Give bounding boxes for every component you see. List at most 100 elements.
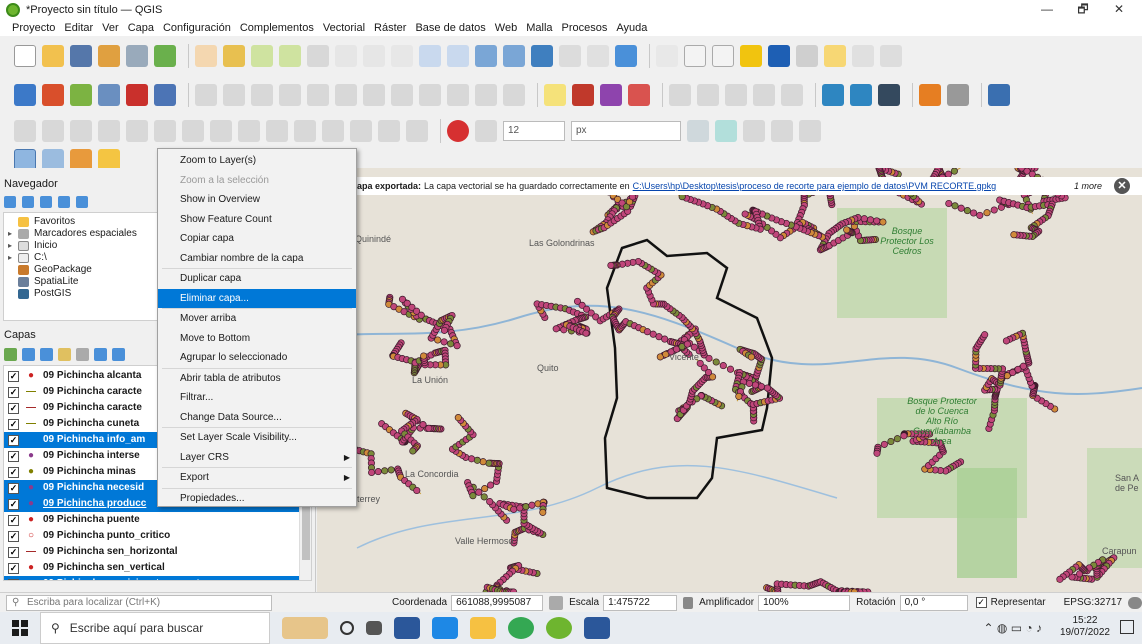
windows-start-button[interactable] [0, 612, 40, 644]
zoom-last-icon[interactable] [419, 45, 441, 67]
reverse-line-icon[interactable] [238, 120, 260, 142]
message-bar-more[interactable]: 1 more [1074, 181, 1102, 191]
messages-icon[interactable] [1128, 596, 1142, 609]
python-console-icon[interactable] [919, 84, 941, 106]
menu-web[interactable]: Web [495, 22, 517, 34]
menu-ver[interactable]: Ver [102, 22, 119, 34]
delete-selected-icon[interactable] [363, 84, 385, 106]
close-button[interactable]: ✕ [1102, 0, 1136, 19]
add-postgis-icon[interactable] [98, 84, 120, 106]
osm-search-icon[interactable] [850, 84, 872, 106]
layer-visibility-checkbox[interactable]: ✓ [8, 498, 19, 510]
zoom-full-icon[interactable] [307, 45, 329, 67]
layer-visibility-checkbox[interactable]: ✓ [8, 386, 19, 398]
collapse-all-icon[interactable] [58, 196, 70, 208]
zoom-to-selection-icon[interactable] [335, 45, 357, 67]
add-delimited-text-icon[interactable] [70, 84, 92, 106]
scale-field[interactable]: 1:475722 [603, 594, 678, 611]
label-move-icon[interactable] [669, 84, 691, 106]
manage-map-themes-icon[interactable] [40, 347, 53, 361]
select-features-icon[interactable] [715, 120, 737, 142]
weather-widget-icon[interactable] [282, 617, 328, 639]
merge-attributes-icon[interactable] [350, 120, 372, 142]
context-menu-item[interactable]: Layer CRS ▶ [158, 448, 356, 468]
open-project-icon[interactable] [42, 45, 64, 67]
reshape-icon[interactable] [182, 120, 204, 142]
fill-ring-icon[interactable] [98, 120, 120, 142]
save-project-icon[interactable] [70, 45, 92, 67]
coordinate-field[interactable]: 661088,9995087 [451, 594, 544, 611]
pan-to-selection-icon[interactable] [223, 45, 245, 67]
context-menu-item[interactable]: Copiar capa [158, 229, 356, 249]
context-menu-item[interactable]: Change Data Source... [158, 408, 356, 428]
add-group-icon[interactable] [22, 347, 35, 361]
layer-row[interactable]: ✓ ● 09 Pichincha servicios_transporte [4, 576, 311, 580]
context-menu-item[interactable]: Filtrar... [158, 388, 356, 408]
layer-visibility-checkbox[interactable]: ✓ [8, 418, 19, 430]
map-canvas[interactable]: Quinindé Las Golondrinas La Unión La Con… [317, 168, 1142, 592]
task-view-icon[interactable] [366, 621, 382, 635]
context-menu-item[interactable]: Show Feature Count [158, 210, 356, 230]
context-menu-item[interactable]: Propiedades... [158, 489, 356, 509]
cut-features-icon[interactable] [391, 84, 413, 106]
layer-row[interactable]: ✓ ● 09 Pichincha puente [4, 512, 311, 528]
split-features-icon[interactable] [266, 120, 288, 142]
new-3d-view-icon[interactable] [503, 45, 525, 67]
taskbar-search-box[interactable]: ⚲ Escribe aquí para buscar [40, 612, 270, 644]
merge-features-icon[interactable] [322, 120, 344, 142]
field-calculator-icon[interactable] [712, 45, 734, 67]
layer-visibility-checkbox[interactable]: ✓ [8, 562, 19, 574]
menu-proyecto[interactable]: Proyecto [12, 22, 55, 34]
add-raster-layer-icon[interactable] [42, 84, 64, 106]
context-menu-item[interactable]: Zoom to Layer(s) [158, 151, 356, 171]
add-ring-icon[interactable] [42, 120, 64, 142]
layer-row[interactable]: ✓ — 09 Pichincha sen_horizontal [4, 544, 311, 560]
word-app-icon[interactable] [394, 617, 420, 639]
chrome-app-icon[interactable] [508, 617, 534, 639]
rotation-field[interactable]: 0,0 ° [899, 594, 968, 611]
collapse-all-layers-icon[interactable] [112, 347, 125, 361]
measure-line-icon[interactable] [796, 45, 818, 67]
layer-visibility-checkbox[interactable]: ✓ [8, 402, 19, 414]
refresh-browser-icon[interactable] [22, 196, 34, 208]
layer-row[interactable]: ✓ ● 09 Pichincha sen_vertical [4, 560, 311, 576]
layer-row[interactable]: ✓ ○ 09 Pichincha punto_critico [4, 528, 311, 544]
layer-visibility-checkbox[interactable]: ✓ [8, 482, 19, 494]
menu-procesos[interactable]: Procesos [562, 22, 608, 34]
quickmapservices-icon[interactable] [822, 84, 844, 106]
label-pin-icon[interactable] [572, 84, 594, 106]
vertex-editor-icon[interactable] [687, 120, 709, 142]
pan-icon[interactable] [195, 45, 217, 67]
diagram-tool-icon[interactable] [600, 84, 622, 106]
bookmark-icon[interactable] [531, 45, 553, 67]
locator-search-input[interactable]: ⚲ Escriba para localizar (Ctrl+K) [6, 594, 273, 611]
context-menu-item[interactable]: Show in Overview [158, 190, 356, 210]
temporal-controller-icon[interactable] [587, 45, 609, 67]
redo-icon[interactable] [503, 84, 525, 106]
undo-icon[interactable] [475, 84, 497, 106]
delete-ring-icon[interactable] [126, 120, 148, 142]
context-menu-item[interactable]: Move to Bottom [158, 329, 356, 349]
deselect-icon[interactable] [743, 120, 765, 142]
copy-features-icon[interactable] [419, 84, 441, 106]
qgis-app-icon[interactable] [546, 617, 572, 639]
zoom-next-icon[interactable] [447, 45, 469, 67]
expander[interactable]: ▸ [8, 240, 18, 252]
processing-toolbox-icon[interactable] [740, 45, 762, 67]
message-bar-file-link[interactable]: C:\Users\hp\Desktop\tesis\proceso de rec… [633, 181, 997, 191]
layer-visibility-checkbox[interactable]: ✓ [8, 514, 19, 526]
taskbar-clock[interactable]: 15:22 19/07/2022 [1060, 615, 1110, 639]
context-menu-item[interactable]: Set Layer Scale Visibility... [158, 428, 356, 448]
magnifier-field[interactable]: 100% [758, 594, 851, 611]
filter-by-expression-icon[interactable] [76, 347, 89, 361]
word-document-icon[interactable] [584, 617, 610, 639]
save-edits-icon[interactable] [251, 84, 273, 106]
split-parts-icon[interactable] [294, 120, 316, 142]
add-circular-string-icon[interactable] [14, 120, 36, 142]
resource-icon[interactable] [947, 84, 969, 106]
expand-all-icon[interactable] [94, 347, 107, 361]
layer-visibility-checkbox[interactable]: ✓ [8, 530, 19, 542]
maximize-button[interactable]: 🗗 [1066, 0, 1100, 19]
paste-features-icon[interactable] [447, 84, 469, 106]
menu-malla[interactable]: Malla [526, 22, 552, 34]
